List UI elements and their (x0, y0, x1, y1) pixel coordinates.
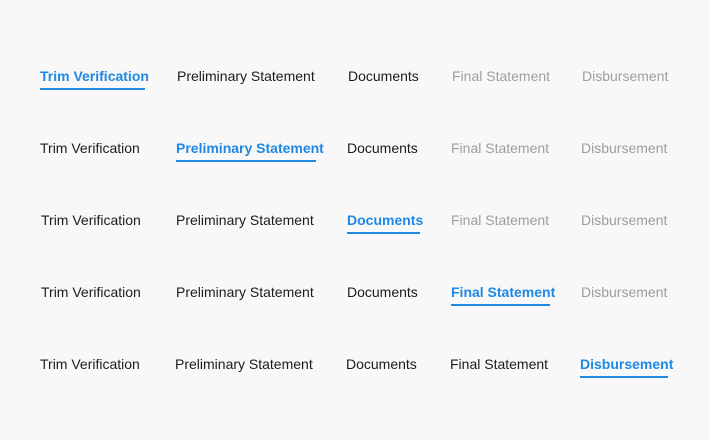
tab-label: Disbursement (581, 212, 668, 228)
tab-label: Preliminary Statement (177, 68, 315, 84)
tab-label: Preliminary Statement (176, 212, 314, 228)
tab-label: Trim Verification (40, 68, 149, 84)
tab-label: Preliminary Statement (176, 284, 314, 300)
active-tab-underline (451, 304, 550, 306)
tab-trim-verification[interactable]: Trim Verification (40, 354, 144, 378)
tab-trim-verification[interactable]: Trim Verification (41, 282, 145, 306)
tab-label: Trim Verification (40, 140, 140, 156)
tab-label: Trim Verification (41, 284, 141, 300)
stepper-row-1: Trim Verification Preliminary Statement … (0, 66, 710, 90)
active-tab-underline (176, 160, 316, 162)
tab-label: Documents (348, 68, 419, 84)
tab-label: Final Statement (451, 284, 556, 300)
tab-label: Final Statement (452, 68, 551, 84)
tab-final-statement[interactable]: Final Statement (450, 354, 550, 378)
tab-label: Trim Verification (41, 212, 141, 228)
stepper-row-2: Trim Verification Preliminary Statement … (0, 138, 710, 162)
tab-label: Documents (346, 356, 417, 372)
tab-preliminary-statement[interactable]: Preliminary Statement (175, 354, 315, 378)
tab-label: Documents (347, 140, 418, 156)
stepper-row-5: Trim Verification Preliminary Statement … (0, 354, 710, 378)
tab-preliminary-statement[interactable]: Preliminary Statement (176, 282, 316, 306)
tab-documents[interactable]: Documents (346, 354, 419, 378)
tab-label: Documents (347, 212, 424, 228)
tab-label: Disbursement (582, 68, 669, 84)
active-tab-underline (580, 376, 668, 378)
tab-label: Trim Verification (40, 356, 140, 372)
tab-preliminary-statement[interactable]: Preliminary Statement (176, 138, 324, 162)
tab-preliminary-statement[interactable]: Preliminary Statement (177, 66, 317, 90)
stepper-row-4: Trim Verification Preliminary Statement … (0, 282, 710, 306)
tab-disbursement[interactable]: Disbursement (582, 66, 670, 90)
tab-documents[interactable]: Documents (347, 210, 424, 234)
tab-disbursement[interactable]: Disbursement (581, 210, 669, 234)
active-tab-underline (347, 232, 420, 234)
tab-label: Final Statement (450, 356, 549, 372)
stepper-row-3: Trim Verification Preliminary Statement … (0, 210, 710, 234)
tab-disbursement[interactable]: Disbursement (581, 138, 669, 162)
active-tab-underline (40, 88, 145, 90)
tab-label: Disbursement (581, 140, 668, 156)
tab-disbursement[interactable]: Disbursement (580, 354, 673, 378)
tab-documents[interactable]: Documents (347, 138, 420, 162)
tab-final-statement[interactable]: Final Statement (451, 138, 550, 162)
tab-label: Documents (347, 284, 418, 300)
tab-final-statement[interactable]: Final Statement (451, 282, 555, 306)
tab-label: Disbursement (581, 284, 668, 300)
tab-preliminary-statement[interactable]: Preliminary Statement (176, 210, 316, 234)
tab-label: Final Statement (451, 212, 550, 228)
tab-label: Final Statement (451, 140, 550, 156)
tab-final-statement[interactable]: Final Statement (451, 210, 550, 234)
tab-label: Disbursement (580, 356, 674, 372)
tab-trim-verification[interactable]: Trim Verification (40, 138, 145, 162)
tab-trim-verification[interactable]: Trim Verification (40, 66, 149, 90)
tab-label: Preliminary Statement (175, 356, 313, 372)
tab-trim-verification[interactable]: Trim Verification (41, 210, 145, 234)
tab-final-statement[interactable]: Final Statement (452, 66, 551, 90)
tab-documents[interactable]: Documents (348, 66, 421, 90)
tab-disbursement[interactable]: Disbursement (581, 282, 669, 306)
tab-documents[interactable]: Documents (347, 282, 420, 306)
tab-label: Preliminary Statement (176, 140, 324, 156)
